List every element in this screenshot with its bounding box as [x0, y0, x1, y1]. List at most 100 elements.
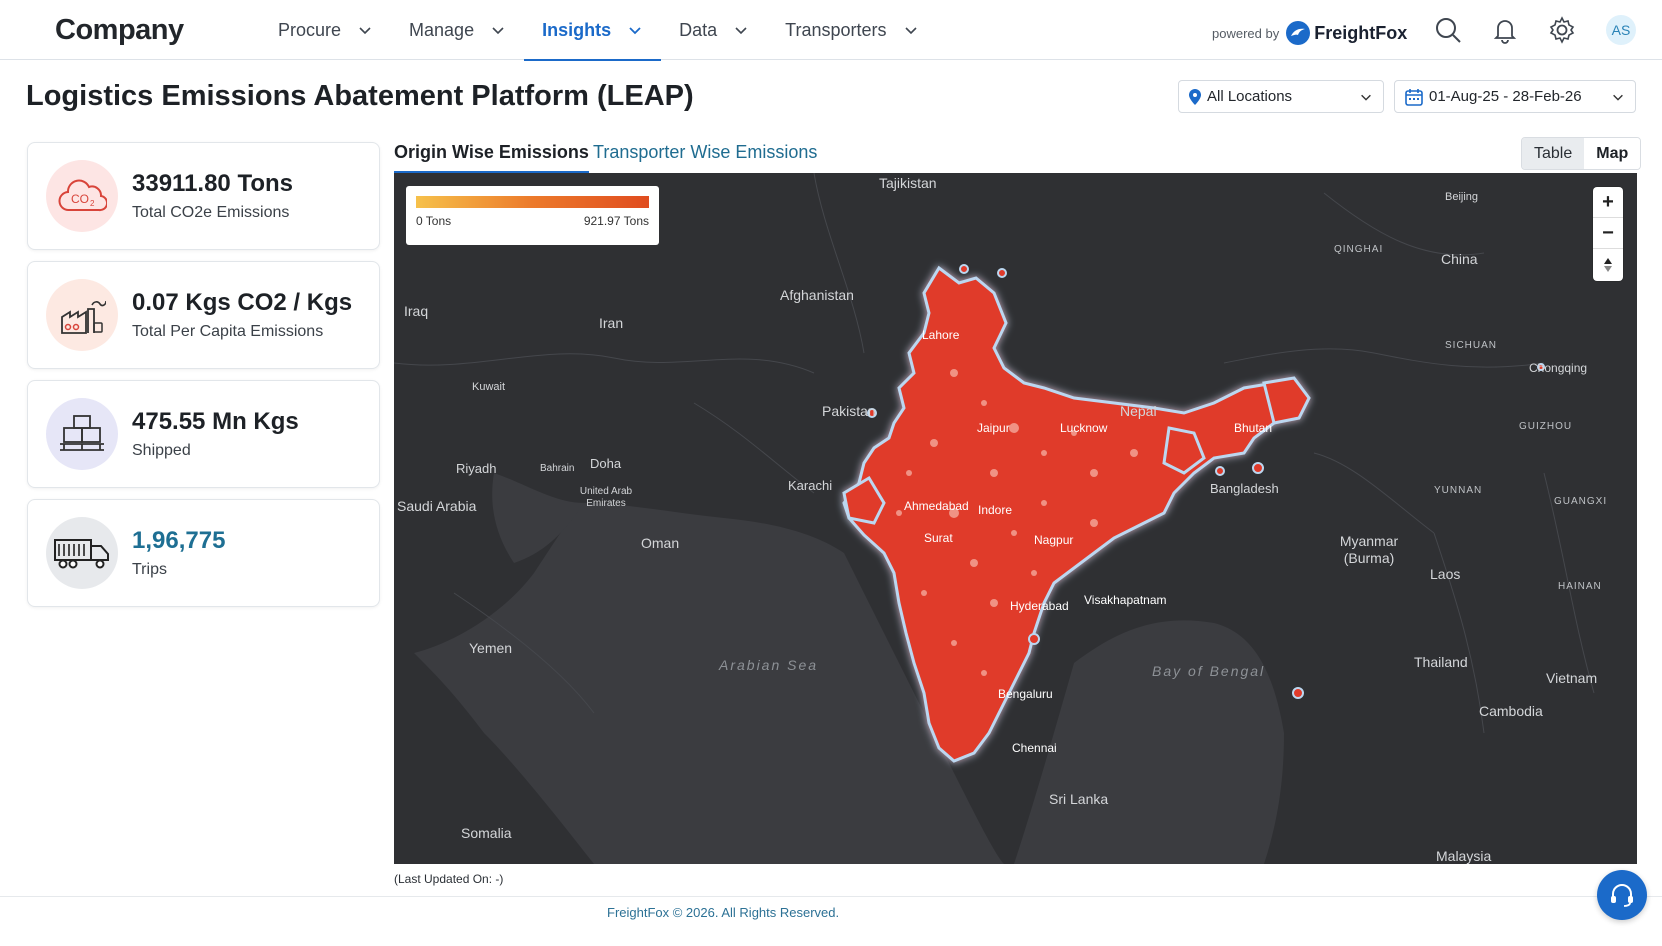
stat-label: Trips [132, 561, 167, 578]
nav-manage[interactable]: Manage [391, 0, 524, 60]
zoom-in-button[interactable]: + [1593, 187, 1623, 218]
map-label-sri-lanka: Sri Lanka [1049, 791, 1109, 807]
nav-procure[interactable]: Procure [260, 0, 391, 60]
powered-by-text: powered by [1212, 25, 1280, 41]
map-label-surat: Surat [924, 531, 953, 545]
chevron-down-icon [735, 27, 747, 35]
date-range-picker[interactable]: 01-Aug-25 - 28-Feb-26 [1394, 80, 1636, 113]
last-updated-text: (Last Updated On: -) [394, 872, 504, 886]
svg-text:CO: CO [71, 192, 89, 206]
main-nav: Procure Manage Insights Data Transporter… [260, 0, 937, 61]
map-label-arabian-sea: Arabian Sea [719, 657, 819, 673]
top-navigation-bar: Company Procure Manage Insights Data Tra… [0, 0, 1662, 61]
stat-label: Total Per Capita Emissions [132, 323, 324, 340]
map-label-karachi: Karachi [788, 478, 833, 493]
company-logo[interactable]: Company [55, 14, 184, 47]
map-label-laos: Laos [1430, 566, 1461, 582]
footer [0, 896, 1662, 946]
map-label-kuwait: Kuwait [472, 381, 506, 393]
map-label-jaipur: Jaipur [977, 421, 1010, 435]
svg-text:2: 2 [90, 199, 95, 208]
stat-card-per-capita-emissions: 0.07 Kgs CO2 / Kgs Total Per Capita Emis… [27, 261, 380, 369]
stat-value: 1,96,775 [132, 527, 226, 554]
boxes-on-pallet-icon [46, 398, 118, 470]
map-label-chongqing: Chongqing [1529, 361, 1588, 375]
map-label-hainan: HAINAN [1558, 581, 1602, 592]
chevron-down-icon [904, 27, 917, 35]
nav-data-label: Data [679, 19, 718, 40]
nav-transporters-label: Transporters [785, 19, 887, 40]
map-label-guangxi: GUANGXI [1554, 496, 1608, 507]
freightfox-name: FreightFox [1314, 22, 1408, 43]
map-label-sichuan: SICHUAN [1445, 340, 1498, 351]
map-label-bengaluru: Bengaluru [998, 687, 1053, 701]
chevron-down-icon [629, 27, 641, 35]
tab-transporter-wise-emissions[interactable]: Transporter Wise Emissions [593, 142, 817, 171]
map-geography [394, 173, 1595, 864]
map-label-lahore: Lahore [922, 328, 960, 342]
truck-icon [46, 517, 118, 589]
map-label-vietnam: Vietnam [1546, 670, 1598, 686]
footer-copyright: FreightFox © 2026. All Rights Reserved. [607, 905, 840, 920]
map-label-yemen: Yemen [469, 640, 513, 656]
map-label-yunnan: YUNNAN [1434, 485, 1483, 496]
map-label-pakistan: Pakistan [822, 403, 876, 419]
map-label-qinghai: QINGHAI [1334, 244, 1384, 255]
compass-icon [1604, 257, 1612, 272]
map-label-tajikistan: Tajikistan [879, 175, 937, 191]
stat-label: Shipped [132, 442, 191, 459]
nav-insights[interactable]: Insights [524, 0, 662, 61]
map-label-cambodia: Cambodia [1479, 703, 1543, 719]
map-label-saudi-arabia: Saudi Arabia [397, 498, 477, 514]
emissions-map[interactable]: Tajikistan Beijing QINGHAI China Afghani… [394, 173, 1637, 864]
map-label-riyadh: Riyadh [456, 461, 497, 476]
chevron-down-icon [359, 27, 371, 35]
map-label-bangladesh: Bangladesh [1210, 481, 1279, 496]
chevron-down-icon [492, 27, 504, 35]
date-range-value: 01-Aug-25 - 28-Feb-26 [1429, 88, 1582, 105]
location-pin-icon [1189, 88, 1201, 105]
stat-value: 0.07 Kgs CO2 / Kgs [132, 289, 353, 316]
map-label-china: China [1441, 251, 1478, 267]
map-label-hyderabad: Hyderabad [1010, 599, 1069, 613]
map-label-bahrain: Bahrain [540, 463, 575, 474]
zoom-out-button[interactable]: − [1593, 218, 1623, 249]
stat-label: Total CO2e Emissions [132, 204, 290, 221]
stat-card-total-emissions: CO 2 33911.80 Tons Total CO2e Emissions [27, 142, 380, 250]
avatar[interactable]: AS [1606, 15, 1636, 45]
map-label-myanmar: Myanmar (Burma) [1339, 533, 1399, 566]
map-label-nagpur: Nagpur [1034, 533, 1074, 547]
page-title: Logistics Emissions Abatement Platform (… [26, 80, 694, 112]
table-view-button[interactable]: Table [1522, 138, 1585, 169]
reset-bearing-button[interactable] [1593, 249, 1623, 280]
gear-icon[interactable] [1548, 16, 1576, 44]
legend-gradient-bar [416, 196, 649, 208]
location-filter-dropdown[interactable]: All Locations [1178, 80, 1384, 113]
nav-data[interactable]: Data [661, 0, 767, 60]
nav-insights-label: Insights [542, 19, 612, 40]
map-label-afghanistan: Afghanistan [780, 287, 854, 303]
headset-icon [1611, 884, 1633, 907]
map-label-chennai: Chennai [1012, 741, 1057, 755]
map-view-button[interactable]: Map [1584, 138, 1641, 169]
bell-icon[interactable] [1491, 16, 1519, 44]
calendar-icon [1405, 88, 1423, 106]
support-chat-button[interactable] [1597, 870, 1647, 920]
map-label-nepal: Nepal [1120, 403, 1157, 419]
map-label-visakhapatnam: Visakhapatnam [1084, 593, 1167, 607]
tab-origin-wise-emissions[interactable]: Origin Wise Emissions [394, 142, 589, 174]
freightfox-logo-icon [1286, 21, 1311, 45]
map-label-lucknow: Lucknow [1060, 421, 1108, 435]
nav-procure-label: Procure [278, 19, 342, 40]
map-label-iran: Iran [599, 315, 624, 331]
map-label-guizhou: GUIZHOU [1519, 421, 1573, 432]
co2-cloud-icon: CO 2 [46, 160, 118, 232]
map-label-oman: Oman [641, 535, 680, 551]
nav-transporters[interactable]: Transporters [767, 0, 936, 60]
legend-max-label: 921.97 Tons [583, 214, 649, 228]
chevron-down-icon [1613, 94, 1623, 101]
search-icon[interactable] [1434, 16, 1462, 44]
map-label-indore: Indore [978, 503, 1013, 517]
stat-card-trips: 1,96,775 Trips [27, 499, 380, 607]
map-label-ahmedabad: Ahmedabad [904, 499, 969, 513]
